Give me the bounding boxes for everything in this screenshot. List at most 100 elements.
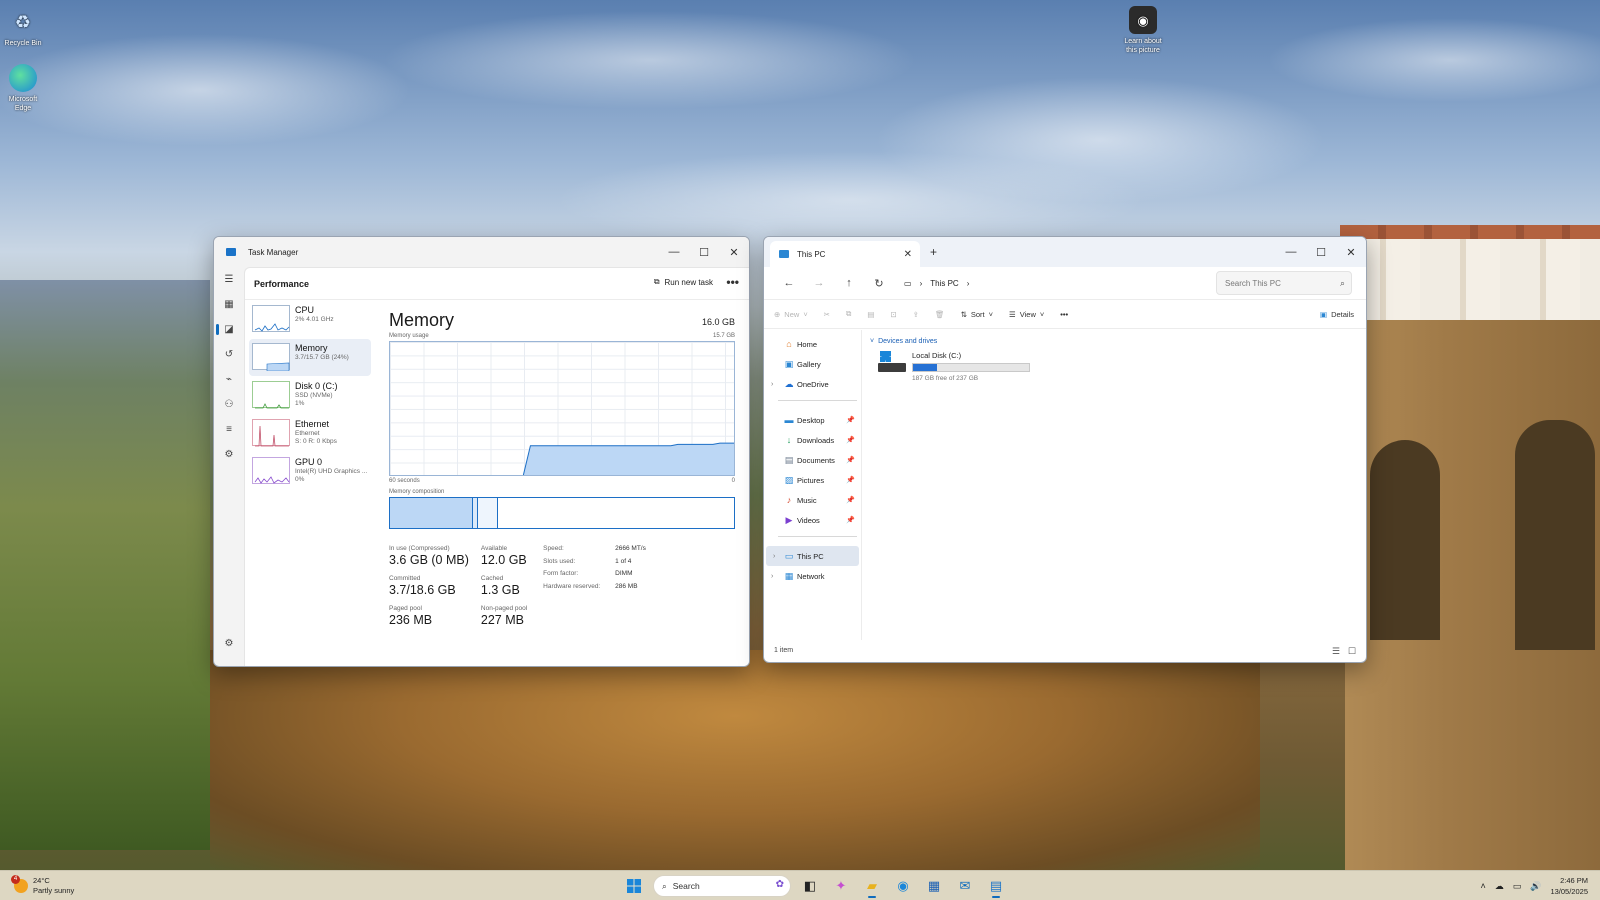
volume-icon[interactable]: 🔊 — [1530, 881, 1541, 892]
tiles-view-icon[interactable]: ☐ — [1348, 646, 1356, 657]
run-new-task-button[interactable]: ⧉ Run new task — [654, 277, 713, 287]
resource-item-memory[interactable]: Memory 3.7/15.7 GB (24%) — [249, 339, 371, 376]
clock[interactable]: 2:46 PM 13/05/2025 — [1550, 875, 1588, 897]
copy-icon: ⧉ — [846, 309, 852, 318]
performance-resource-list: CPU 2% 4.01 GHz Memory 3.7/15.7 GB (24%) — [245, 301, 375, 666]
desktop-icon-recycle-bin[interactable]: ♻ Recycle Bin — [0, 8, 46, 48]
hamburger-icon[interactable]: ☰ — [214, 267, 244, 292]
chevron-right-icon[interactable]: › — [771, 573, 773, 580]
resource-item-gpu[interactable]: GPU 0 Intel(R) UHD Graphics ... 0% — [245, 453, 375, 490]
task-manager-icon[interactable]: ▤ — [984, 874, 1008, 898]
back-button[interactable]: ← — [774, 277, 804, 289]
processes-icon[interactable]: ▦ — [214, 292, 244, 317]
view-button[interactable]: ☰ View ˅ — [1009, 310, 1044, 319]
onedrive-icon[interactable]: ☁ — [1495, 881, 1504, 892]
cut-button[interactable]: ✂ — [824, 310, 830, 319]
copy-button[interactable]: ⧉ — [846, 309, 851, 319]
breadcrumb-this-pc[interactable]: This PC — [930, 279, 958, 288]
spec-key: Form factor: — [543, 570, 579, 577]
edge-icon[interactable]: ◉ — [891, 874, 915, 898]
breadcrumb[interactable]: ▭ › This PC › — [904, 279, 969, 288]
settings-icon[interactable]: ⚙ — [214, 631, 244, 656]
more-options-button[interactable]: ••• — [1060, 310, 1068, 319]
resource-detail: Intel(R) UHD Graphics ... — [295, 468, 368, 475]
services-icon[interactable]: ⚙ — [214, 442, 244, 467]
close-tab-icon[interactable]: ✕ — [904, 249, 912, 260]
resource-item-ethernet[interactable]: Ethernet Ethernet S: 0 R: 0 Kbps — [245, 415, 375, 452]
performance-icon[interactable]: ◪ — [214, 317, 244, 342]
maximize-button[interactable]: ☐ — [1306, 237, 1336, 267]
nav-item-gallery[interactable]: ▣ Gallery — [764, 354, 861, 374]
refresh-button[interactable]: ↻ — [864, 277, 894, 290]
chevron-right-icon[interactable]: › — [771, 381, 773, 388]
details-view-icon[interactable]: ☰ — [1332, 646, 1340, 657]
chevron-down-icon: ˅ — [988, 309, 994, 319]
app-history-icon[interactable]: ↺ — [214, 342, 244, 367]
rename-button[interactable]: ⊡ — [890, 310, 896, 319]
users-icon[interactable]: ⚇ — [214, 392, 244, 417]
nav-item-network[interactable]: › ▦ Network — [764, 566, 861, 586]
minimize-button[interactable]: — — [1276, 237, 1306, 267]
drive-item-c[interactable]: Local Disk (C:) 187 GB free of 237 GB — [878, 351, 1366, 382]
memory-usage-label: Memory usage — [389, 333, 429, 339]
outlook-icon[interactable]: ✉ — [953, 874, 977, 898]
spec-key: Slots used: — [543, 557, 576, 565]
search-input[interactable]: Search This PC ⌕ — [1216, 271, 1352, 295]
share-button[interactable]: ⇪ — [913, 310, 919, 319]
nav-item-this-pc[interactable]: › ▭ This PC — [766, 546, 859, 566]
stat-label: Committed — [389, 575, 421, 582]
close-button[interactable]: ✕ — [719, 237, 749, 267]
composition-standby — [477, 498, 499, 528]
start-button[interactable] — [622, 874, 646, 898]
copilot-icon[interactable]: ✦ — [829, 874, 853, 898]
startup-apps-icon[interactable]: ⌁ — [214, 367, 244, 392]
file-explorer-icon[interactable]: ▰ — [860, 874, 884, 898]
sort-button[interactable]: ⇅ Sort ˅ — [961, 310, 993, 319]
paste-button[interactable]: ▤ — [867, 310, 874, 319]
new-button[interactable]: ⊕ New ˅ — [774, 310, 808, 319]
nav-item-pictures[interactable]: ▨ Pictures 📌 — [764, 470, 861, 490]
task-manager-titlebar[interactable]: Task Manager — ☐ ✕ — [214, 237, 749, 267]
minimize-button[interactable]: — — [659, 237, 689, 267]
forward-button[interactable]: → — [804, 277, 834, 289]
taskbar-search[interactable]: ⌕ Search ✿ — [653, 875, 791, 897]
nav-item-music[interactable]: ♪ Music 📌 — [764, 490, 861, 510]
file-explorer-titlebar[interactable]: This PC ✕ + — ☐ ✕ — [764, 237, 1366, 267]
nav-item-desktop[interactable]: ▬ Desktop 📌 — [764, 410, 861, 430]
desktop-icon-edge[interactable]: Microsoft Edge — [0, 64, 46, 113]
group-header-devices[interactable]: ˅ Devices and drives — [870, 338, 1366, 345]
close-button[interactable]: ✕ — [1336, 237, 1366, 267]
store-icon[interactable]: ▦ — [922, 874, 946, 898]
resource-detail: S: 0 R: 0 Kbps — [295, 438, 337, 445]
resource-item-disk[interactable]: Disk 0 (C:) SSD (NVMe) 1% — [245, 377, 375, 414]
details-icon[interactable]: ≡ — [214, 417, 244, 442]
stat-in-use: 3.6 GB (0 MB) — [389, 553, 469, 567]
task-view-icon[interactable]: ◧ — [798, 874, 822, 898]
chevron-right-icon[interactable]: › — [773, 553, 775, 560]
weather-widget[interactable]: 4 24°C Partly sunny — [11, 875, 74, 896]
item-count: 1 item — [774, 647, 794, 654]
memory-composition-label: Memory composition — [389, 489, 445, 495]
resource-name: Ethernet — [295, 419, 330, 429]
nav-item-videos[interactable]: ▶ Videos 📌 — [764, 510, 861, 530]
monitor-icon: ▭ — [904, 278, 912, 288]
search-highlight-icon: ✿ — [775, 879, 784, 890]
nav-item-onedrive[interactable]: › ☁ OneDrive — [764, 374, 861, 394]
nav-item-documents[interactable]: ▤ Documents 📌 — [764, 450, 861, 470]
details-pane-button[interactable]: ▣ Details — [1320, 310, 1354, 319]
tab-this-pc[interactable]: This PC ✕ — [770, 241, 920, 267]
up-button[interactable]: ↑ — [834, 277, 864, 289]
new-tab-button[interactable]: + — [930, 245, 937, 259]
delete-button[interactable]: 🗑 — [935, 310, 945, 319]
drive-name: Local Disk (C:) — [912, 351, 962, 360]
network-icon[interactable]: ▭ — [1513, 881, 1522, 892]
resource-item-cpu[interactable]: CPU 2% 4.01 GHz — [245, 301, 375, 338]
maximize-button[interactable]: ☐ — [689, 237, 719, 267]
nav-item-home[interactable]: ⌂ Home — [764, 334, 861, 354]
nav-item-downloads[interactable]: ↓ Downloads 📌 — [764, 430, 861, 450]
group-title: Devices and drives — [878, 338, 938, 345]
desktop-icon-learn-picture[interactable]: ◉ Learn about this picture — [1120, 6, 1166, 55]
chevron-up-icon[interactable]: ˄ — [1480, 881, 1485, 891]
resource-name: CPU — [295, 305, 315, 315]
more-options-button[interactable]: ••• — [726, 275, 739, 289]
